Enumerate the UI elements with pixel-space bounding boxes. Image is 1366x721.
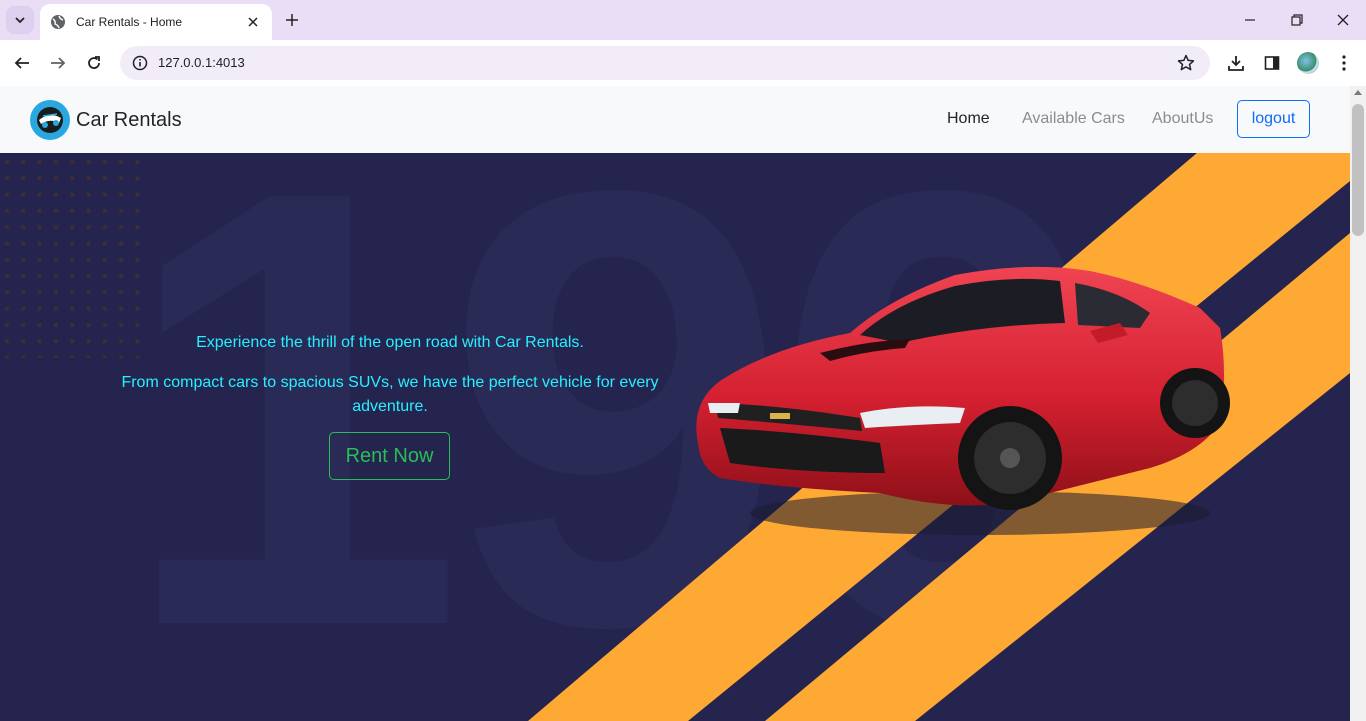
download-icon xyxy=(1228,56,1244,71)
back-icon xyxy=(14,57,29,69)
info-icon[interactable] xyxy=(128,51,152,75)
profile-avatar[interactable] xyxy=(1297,52,1319,74)
reload-icon xyxy=(88,56,100,69)
brand-logo-icon xyxy=(30,100,70,140)
hero-section: 190 Experience the thrill of the open ro… xyxy=(0,153,1350,721)
back-button[interactable] xyxy=(8,49,36,77)
brand[interactable]: Car Rentals xyxy=(30,100,182,140)
dot-grid xyxy=(0,153,148,358)
scrollbar-thumb[interactable] xyxy=(1352,104,1364,236)
hero-line-1: Experience the thrill of the open road w… xyxy=(196,334,584,351)
minimize-icon xyxy=(1245,19,1255,21)
forward-icon xyxy=(51,57,66,69)
new-tab-button[interactable] xyxy=(280,8,304,32)
close-icon xyxy=(1337,14,1349,26)
hero-line-2: From compact cars to spacious SUVs, we h… xyxy=(121,374,659,415)
nav-link-available-cars[interactable]: Available Cars xyxy=(1022,110,1125,128)
star-icon[interactable] xyxy=(1174,51,1198,75)
browser-titlebar: Car Rentals - Home xyxy=(0,0,1366,40)
sidebar-icon xyxy=(1264,56,1280,70)
browser-toolbar: 127.0.0.1:4013 xyxy=(0,40,1366,86)
tab-title: Car Rentals - Home xyxy=(76,15,183,29)
nav-link-aboutus[interactable]: AboutUs xyxy=(1152,110,1213,128)
browser-tab[interactable]: Car Rentals - Home xyxy=(40,4,272,40)
page-viewport: Car Rentals Home Available Cars AboutUs … xyxy=(0,86,1350,721)
reload-button[interactable] xyxy=(80,49,108,77)
globe-icon xyxy=(50,14,66,30)
nav-link-home[interactable]: Home xyxy=(947,110,990,128)
minimize-button[interactable] xyxy=(1238,8,1262,32)
url-text[interactable]: 127.0.0.1:4013 xyxy=(158,55,245,70)
site-navbar: Car Rentals Home Available Cars AboutUs … xyxy=(0,86,1350,153)
car-image xyxy=(696,266,1230,535)
address-bar[interactable]: 127.0.0.1:4013 xyxy=(120,46,1210,80)
close-icon[interactable] xyxy=(244,13,262,31)
close-window-button[interactable] xyxy=(1331,8,1355,32)
brand-name: Car Rentals xyxy=(76,108,182,131)
logout-button[interactable]: logout xyxy=(1237,100,1310,138)
tab-list-button[interactable] xyxy=(6,6,34,34)
restore-button[interactable] xyxy=(1285,8,1309,32)
download-button[interactable] xyxy=(1222,49,1250,77)
forward-button[interactable] xyxy=(44,49,72,77)
rent-now-button[interactable]: Rent Now xyxy=(329,432,450,480)
hero-text: Experience the thrill of the open road w… xyxy=(110,331,670,435)
more-icon xyxy=(1342,55,1346,71)
plus-icon xyxy=(286,14,298,26)
scroll-up-icon[interactable] xyxy=(1354,90,1362,95)
side-panel-button[interactable] xyxy=(1258,49,1286,77)
chevron-down-icon xyxy=(15,17,25,24)
page-scrollbar[interactable] xyxy=(1350,86,1366,721)
menu-button[interactable] xyxy=(1330,49,1358,77)
restore-icon xyxy=(1291,14,1303,26)
